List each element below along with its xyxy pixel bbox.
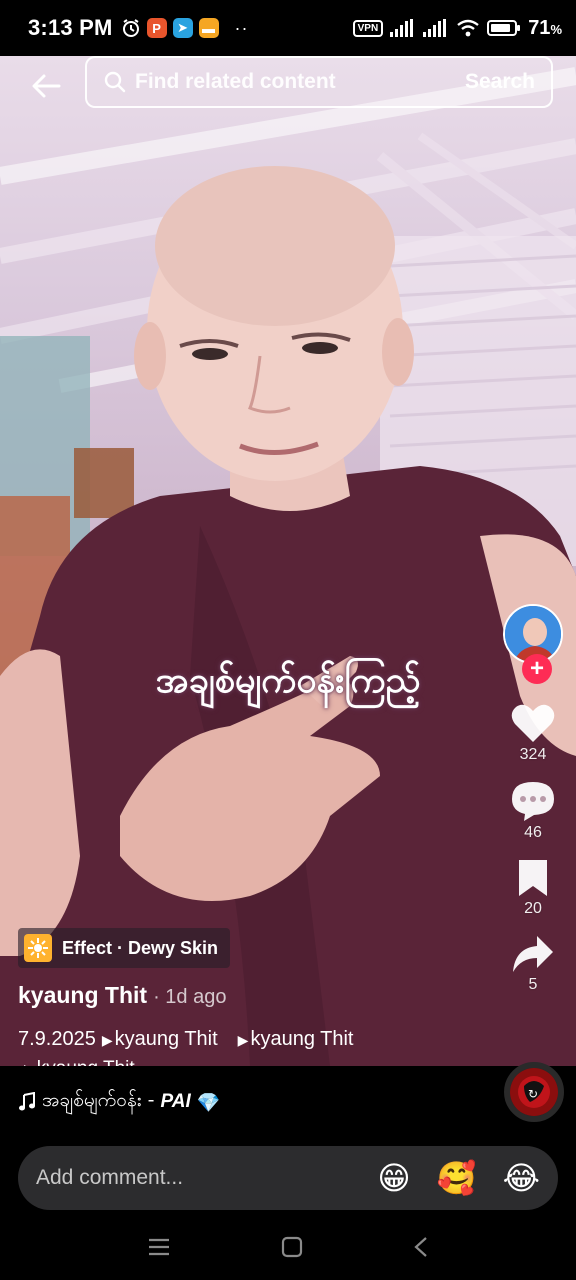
bookmark-icon	[519, 860, 547, 896]
system-icons: VPN 71%	[352, 16, 562, 40]
music-disc[interactable]: ↻	[504, 1062, 564, 1122]
emoji-grin-button[interactable]: 😁	[377, 1159, 410, 1197]
like-button[interactable]: 324	[510, 702, 556, 764]
comment-count: 46	[524, 824, 542, 841]
search-input[interactable]: Find related content	[135, 70, 465, 94]
music-info: အချစ်မျက်ဝန်း - PAI 💎	[18, 1088, 220, 1116]
comment-button[interactable]: 46	[510, 780, 556, 842]
app-p-icon: P	[146, 18, 167, 38]
music-note-icon	[19, 1092, 35, 1111]
like-count: 324	[519, 746, 547, 763]
post-description: 7.9.2025 ▶ kyaung Thit ▶ kyaung Thit	[18, 1028, 353, 1051]
emoji-hearts-button[interactable]: 🥰	[437, 1159, 477, 1197]
signal-icon-1	[390, 19, 414, 37]
comment-input[interactable]: Add comment... 😁 🥰 😂	[18, 1146, 558, 1210]
music-bar[interactable]: အချစ်မျက်ဝန်း - PAI 💎	[0, 1066, 576, 1138]
home-icon[interactable]	[281, 1236, 303, 1258]
video-caption: အချစ်မျက်ဝန်းကြည့်	[155, 660, 421, 701]
effect-sparkle-icon	[24, 934, 52, 962]
hashtag-link-1[interactable]: ▶ kyaung Thit	[102, 1028, 218, 1051]
hashtag-link-3[interactable]: ▶kyaung Thit	[24, 1058, 135, 1066]
status-time: 3:13 PM	[28, 15, 113, 40]
system-nav-bar	[0, 1214, 576, 1280]
music-title: အချစ်မျက်ဝန်း -	[42, 1089, 155, 1111]
vpn-icon: VPN	[352, 19, 384, 37]
heart-icon	[511, 704, 555, 742]
share-count: 5	[528, 976, 538, 993]
share-icon	[513, 936, 553, 972]
effect-label: Effect · Dewy Skin	[62, 937, 219, 958]
telegram-icon: ➤	[172, 18, 193, 38]
notification-icons: P ➤ ▬ ··	[121, 18, 249, 39]
video-player[interactable]: Find related content Search အချစ်မျက်ဝန်…	[0, 56, 576, 1066]
post-age: · 1d ago	[153, 986, 227, 1008]
battery-icon	[487, 20, 521, 36]
search-bar[interactable]: Find related content Search	[85, 56, 553, 108]
status-bar: 3:13 PM P ➤ ▬ ·· VPN 71%	[0, 0, 576, 56]
more-notifications-icon: ··	[234, 17, 249, 38]
music-artist: PAI	[160, 1091, 191, 1112]
menu-icon[interactable]	[147, 1237, 171, 1257]
hashtag-link-2[interactable]: ▶ kyaung Thit	[238, 1028, 354, 1051]
effect-chip[interactable]: Effect · Dewy Skin	[18, 928, 231, 968]
emoji-laugh-button[interactable]: 😂	[503, 1159, 540, 1197]
alarm-icon	[122, 19, 139, 37]
author-name[interactable]: kyaung Thit	[18, 982, 147, 1009]
share-button[interactable]: 5	[511, 934, 555, 994]
wifi-icon	[457, 19, 479, 37]
search-icon	[104, 71, 126, 93]
follow-button[interactable]: +	[522, 654, 552, 684]
notes-app-icon: ▬	[198, 18, 219, 38]
svg-text:↻: ↻	[528, 1087, 538, 1101]
comment-placeholder: Add comment...	[36, 1166, 184, 1189]
back-icon[interactable]	[413, 1236, 429, 1258]
comment-icon	[512, 782, 554, 821]
search-button[interactable]: Search	[465, 70, 535, 94]
gem-icon: 💎	[196, 1091, 221, 1114]
author-line: kyaung Thit · 1d ago	[18, 982, 226, 1009]
music-disc-art: ↻	[510, 1068, 558, 1116]
back-arrow-icon	[32, 74, 61, 98]
comment-bar: Add comment... 😁 🥰 😂	[0, 1138, 576, 1214]
description-date: 7.9.2025	[18, 1028, 96, 1050]
video-frame	[0, 67, 576, 1066]
signal-icon-2	[423, 19, 447, 37]
back-button[interactable]	[24, 64, 68, 108]
bookmark-button[interactable]: 20	[515, 858, 551, 918]
battery-percent: 71%	[528, 16, 562, 39]
bookmark-count: 20	[524, 900, 542, 917]
